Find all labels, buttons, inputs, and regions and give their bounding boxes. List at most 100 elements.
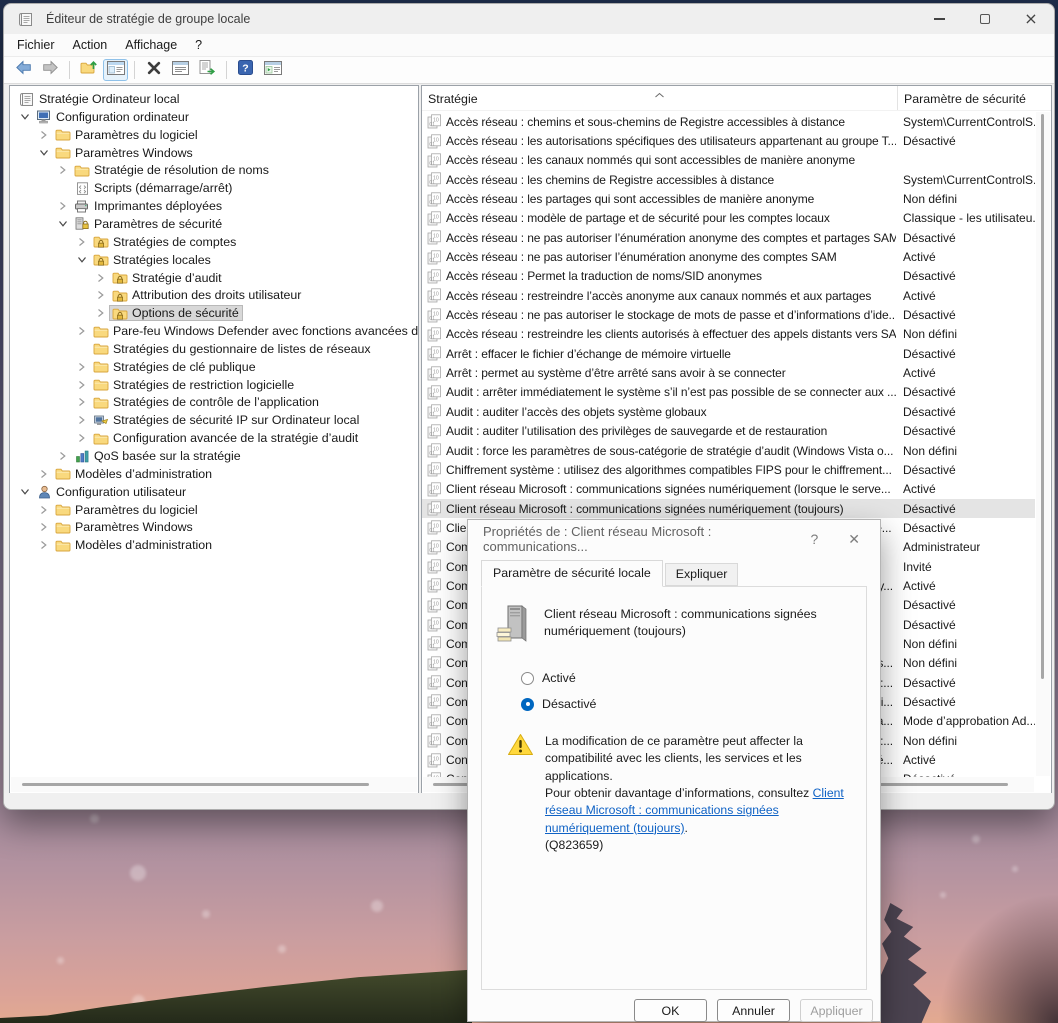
list-row[interactable]: 1001Accès réseau : restreindre les clien… bbox=[422, 325, 1035, 344]
tree-item[interactable]: Stratégies de sécurité IP sur Ordinateur… bbox=[73, 411, 363, 429]
list-row[interactable]: 1001Client réseau Microsoft : communicat… bbox=[422, 499, 1035, 518]
radio-unselected-icon[interactable] bbox=[521, 672, 534, 685]
chevron-down-icon[interactable] bbox=[35, 144, 52, 162]
tree-item[interactable]: Attribution des droits utilisateur bbox=[92, 286, 305, 304]
tree-item[interactable]: Modèles d’administration bbox=[35, 536, 216, 554]
tree-item[interactable]: Paramètres du logiciel bbox=[35, 501, 202, 519]
scrollbar-thumb[interactable] bbox=[1041, 114, 1044, 679]
chevron-right-icon[interactable] bbox=[92, 304, 109, 322]
tree-item[interactable]: Configuration avancée de la stratégie d’… bbox=[73, 429, 362, 447]
chevron-right-icon[interactable] bbox=[35, 126, 52, 144]
chevron-right-icon[interactable] bbox=[73, 411, 90, 429]
export-list-button[interactable] bbox=[195, 59, 220, 81]
chevron-right-icon[interactable] bbox=[35, 536, 52, 554]
tab-expliquer[interactable]: Expliquer bbox=[665, 563, 739, 586]
radio-option-désactivé[interactable]: Désactivé bbox=[521, 697, 866, 711]
chevron-down-icon[interactable] bbox=[54, 215, 71, 233]
chevron-right-icon[interactable] bbox=[73, 393, 90, 411]
tree-item[interactable]: Pare-feu Windows Defender avec fonctions… bbox=[73, 322, 419, 340]
tree-item[interactable]: Stratégie d’audit bbox=[92, 269, 226, 287]
chevron-right-icon[interactable] bbox=[54, 447, 71, 465]
chevron-down-icon[interactable] bbox=[16, 108, 33, 126]
tree-item[interactable]: Imprimantes déployées bbox=[54, 197, 226, 215]
menu-item-action[interactable]: Action bbox=[64, 35, 117, 55]
tree-item[interactable]: Paramètres du logiciel bbox=[35, 126, 202, 144]
tab-param-tre-de-sécurité-locale[interactable]: Paramètre de sécurité locale bbox=[481, 560, 663, 587]
tree-item[interactable]: Stratégie Ordinateur local bbox=[16, 90, 184, 108]
chevron-right-icon[interactable] bbox=[73, 429, 90, 447]
list-row[interactable]: 1001Arrêt : permet au système d’être arr… bbox=[422, 363, 1035, 382]
list-row[interactable]: 1001Chiffrement système : utilisez des a… bbox=[422, 460, 1035, 479]
close-button[interactable]: × bbox=[1008, 4, 1054, 34]
list-row[interactable]: 1001Accès réseau : modèle de partage et … bbox=[422, 209, 1035, 228]
list-row[interactable]: 1001Accès réseau : les autorisations spé… bbox=[422, 131, 1035, 150]
tree-item[interactable]: Paramètres de sécurité bbox=[54, 215, 226, 233]
tree-item[interactable]: Stratégie de résolution de noms bbox=[54, 161, 273, 179]
chevron-right-icon[interactable] bbox=[35, 518, 52, 536]
list-row[interactable]: 1001Accès réseau : ne pas autoriser le s… bbox=[422, 305, 1035, 324]
tree-item[interactable]: Configuration utilisateur bbox=[16, 483, 190, 501]
tree-item[interactable]: Stratégies du gestionnaire de listes de … bbox=[73, 340, 375, 358]
apply-button[interactable]: Appliquer bbox=[800, 999, 873, 1022]
action-pane-toggle[interactable] bbox=[260, 59, 285, 81]
tree-item[interactable]: Stratégies de comptes bbox=[73, 233, 240, 251]
column-header-strategie[interactable]: Stratégie bbox=[422, 86, 898, 110]
vertical-scrollbar[interactable] bbox=[1036, 112, 1050, 776]
chevron-down-icon[interactable] bbox=[16, 483, 33, 501]
dialog-help-button[interactable]: ? bbox=[810, 531, 818, 547]
chevron-down-icon[interactable] bbox=[73, 251, 90, 269]
menu-item-?[interactable]: ? bbox=[186, 35, 211, 55]
horizontal-scrollbar[interactable] bbox=[11, 777, 417, 792]
tree-item[interactable]: QoS basée sur la stratégie bbox=[54, 447, 245, 465]
tree-item[interactable]: Paramètres Windows bbox=[35, 144, 197, 162]
maximize-button[interactable] bbox=[962, 4, 1008, 34]
tree-item[interactable]: Options de sécurité bbox=[92, 304, 243, 322]
chevron-right-icon[interactable] bbox=[54, 161, 71, 179]
chevron-right-icon[interactable] bbox=[35, 501, 52, 519]
chevron-right-icon[interactable] bbox=[54, 197, 71, 215]
radio-option-activé[interactable]: Activé bbox=[521, 671, 866, 685]
chevron-right-icon[interactable] bbox=[92, 286, 109, 304]
forward-button[interactable] bbox=[38, 59, 63, 81]
list-row[interactable]: 1001Accès réseau : ne pas autoriser l’én… bbox=[422, 247, 1035, 266]
column-header-parametre[interactable]: Paramètre de sécurité bbox=[898, 86, 1051, 110]
list-row[interactable]: 1001Accès réseau : les partages qui sont… bbox=[422, 189, 1035, 208]
up-level-button[interactable] bbox=[76, 59, 101, 81]
chevron-right-icon[interactable] bbox=[35, 465, 52, 483]
menu-item-fichier[interactable]: Fichier bbox=[8, 35, 64, 55]
scrollbar-thumb[interactable] bbox=[22, 783, 369, 786]
delete-button[interactable] bbox=[141, 59, 166, 81]
chevron-right-icon[interactable] bbox=[73, 358, 90, 376]
console-tree-toggle[interactable] bbox=[103, 59, 128, 81]
chevron-right-icon[interactable] bbox=[73, 233, 90, 251]
list-row[interactable]: 1001Accès réseau : chemins et sous-chemi… bbox=[422, 112, 1035, 131]
list-row[interactable]: 1001Accès réseau : les chemins de Regist… bbox=[422, 170, 1035, 189]
list-row[interactable]: 1001Audit : auditer l’accès des objets s… bbox=[422, 402, 1035, 421]
tree-item[interactable]: Paramètres Windows bbox=[35, 518, 197, 536]
tree-item[interactable]: Stratégies de clé publique bbox=[73, 358, 260, 376]
tree-item[interactable]: Stratégies de restriction logicielle bbox=[73, 376, 298, 394]
list-row[interactable]: 1001Audit : force les paramètres de sous… bbox=[422, 441, 1035, 460]
list-row[interactable]: 1001Arrêt : effacer le fichier d’échange… bbox=[422, 344, 1035, 363]
list-row[interactable]: 1001Accès réseau : Permet la traduction … bbox=[422, 267, 1035, 286]
help-button[interactable]: ? bbox=[233, 59, 258, 81]
tree-item[interactable]: Scripts (démarrage/arrêt) bbox=[54, 179, 236, 197]
tree-item[interactable]: Configuration ordinateur bbox=[16, 108, 193, 126]
tree-item[interactable]: Modèles d’administration bbox=[35, 465, 216, 483]
list-row[interactable]: 1001Accès réseau : restreindre l’accès a… bbox=[422, 286, 1035, 305]
list-row[interactable]: 1001Audit : arrêter immédiatement le sys… bbox=[422, 383, 1035, 402]
chevron-right-icon[interactable] bbox=[73, 376, 90, 394]
list-row[interactable]: 1001Accès réseau : ne pas autoriser l’én… bbox=[422, 228, 1035, 247]
list-row[interactable]: 1001Client réseau Microsoft : communicat… bbox=[422, 480, 1035, 499]
radio-selected-icon[interactable] bbox=[521, 698, 534, 711]
minimize-button[interactable] bbox=[916, 4, 962, 34]
tree-item[interactable]: Stratégies de contrôle de l’application bbox=[73, 393, 323, 411]
tree-item[interactable]: Stratégies locales bbox=[73, 251, 215, 269]
back-button[interactable] bbox=[11, 59, 36, 81]
ok-button[interactable]: OK bbox=[634, 999, 707, 1022]
list-row[interactable]: 1001Audit : auditer l’utilisation des pr… bbox=[422, 422, 1035, 441]
menu-item-affichage[interactable]: Affichage bbox=[116, 35, 186, 55]
chevron-right-icon[interactable] bbox=[73, 322, 90, 340]
chevron-right-icon[interactable] bbox=[92, 269, 109, 287]
dialog-close-button[interactable]: ✕ bbox=[848, 531, 860, 548]
